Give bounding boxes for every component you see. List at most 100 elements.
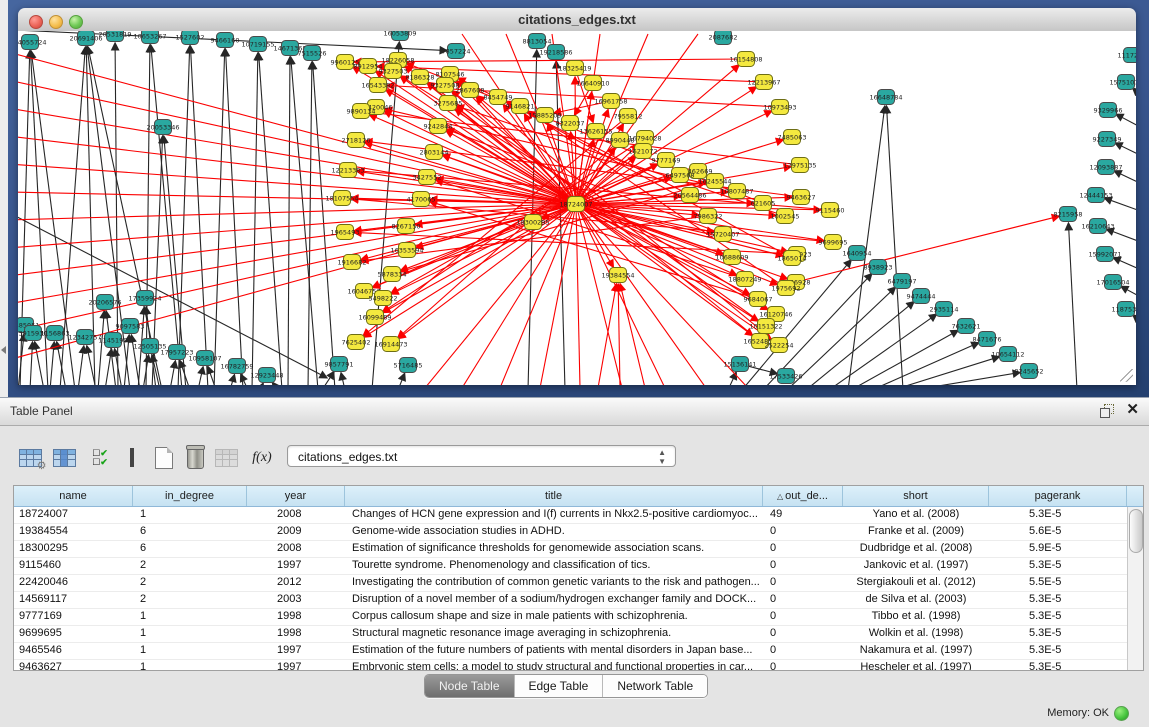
graph-node-label: 5498222 (369, 295, 398, 303)
graph-node-label: 8454749 (484, 94, 513, 102)
column-header-title[interactable]: title (345, 486, 763, 506)
graph-node-label: 10958107 (188, 355, 221, 363)
graph-node-label: 6479197 (888, 278, 917, 286)
table-cell: 0 (763, 558, 843, 574)
table-row[interactable]: 977716911998Corpus callosum shape and si… (14, 609, 1128, 626)
column-header-year[interactable]: year (247, 486, 345, 506)
table-toolbar: ⚙ ☐✔☐✔ f(x) citatio (0, 442, 1149, 476)
select-all-checks-icon[interactable]: ☐✔☐✔ (86, 444, 114, 472)
table-cell: 1 (133, 626, 247, 642)
table-body: 1872400712008Changes of HCN gene express… (14, 507, 1128, 670)
table-cell: 5.3E-5 (989, 609, 1127, 625)
table-cell: 1998 (247, 626, 345, 642)
graph-node-label: 2522254 (765, 342, 794, 350)
canvas-resize-grip-icon[interactable] (1120, 369, 1133, 382)
memory-ok-indicator-icon[interactable] (1114, 706, 1129, 721)
table-cell: Wolkin et al. (1998) (843, 626, 989, 642)
graph-node-label: 16099489 (358, 314, 391, 322)
table-cell: Disruption of a novel member of a sodium… (345, 592, 763, 608)
graph-node-label: 16353594 (390, 247, 423, 255)
table-row[interactable]: 946554611997Estimation of the future num… (14, 643, 1128, 660)
network-window-titlebar[interactable]: citations_edges.txt (18, 8, 1136, 32)
column-header-short[interactable]: short (843, 486, 989, 506)
graph-node-label: 1965493 (331, 229, 360, 237)
graph-node-label: 16210643 (1081, 223, 1114, 231)
graph-node-label: 1002545 (771, 213, 800, 221)
table-row[interactable]: 969969511998Structural magnetic resonanc… (14, 626, 1128, 643)
table-cell: Estimation of significance thresholds fo… (345, 541, 763, 557)
table-cell: 2 (133, 592, 247, 608)
graph-node-label: 9857791 (325, 361, 354, 369)
tab-edge-table[interactable]: Edge Table (515, 675, 604, 697)
table-panel-title: Table Panel (10, 404, 73, 418)
graph-node-label: 8215958 (1054, 211, 1083, 219)
table-header-row: namein_degreeyeartitle△out_de...shortpag… (14, 486, 1143, 507)
select-column-icon[interactable] (50, 444, 78, 472)
graph-node-label: 1187531 (1112, 306, 1136, 314)
table-cell: 0 (763, 592, 843, 608)
table-settings-icon[interactable]: ⚙ (16, 444, 44, 472)
table-vertical-scrollbar[interactable] (1127, 507, 1143, 670)
graph-node-label: 1916682 (338, 259, 367, 267)
table-row[interactable]: 911546021997Tourette syndrome. Phenomeno… (14, 558, 1128, 575)
table-cell: 9777169 (14, 609, 133, 625)
graph-node-label: 7857224 (442, 48, 471, 56)
table-cell: 2003 (247, 592, 345, 608)
table-cell: Franke et al. (2009) (843, 524, 989, 540)
scrollbar-thumb[interactable] (1129, 509, 1143, 553)
table-row[interactable]: 1872400712008Changes of HCN gene express… (14, 507, 1128, 524)
graph-node-label: 1527602 (176, 34, 205, 42)
column-header-pagerank[interactable]: pagerank (989, 486, 1127, 506)
deselect-rows-icon[interactable] (118, 444, 146, 472)
application-window: citations_edges.txt 18724007996012589129… (0, 0, 1149, 727)
table-cell: 1 (133, 609, 247, 625)
function-builder-icon[interactable]: f(x) (248, 444, 276, 472)
graph-node-label: 2087682 (709, 34, 738, 42)
table-row[interactable]: 1938455462009Genome-wide association stu… (14, 524, 1128, 541)
graph-node-label: 621605 (751, 200, 776, 208)
status-bar: Memory: OK (0, 700, 1149, 727)
splitter-collapse-arrow-icon[interactable] (1, 346, 6, 354)
tab-network-table[interactable]: Network Table (603, 675, 707, 697)
table-row[interactable]: 946362711997Embryonic stem cells: a mode… (14, 660, 1128, 670)
table-source-select[interactable]: citations_edges.txt ▲▼ (287, 445, 676, 467)
delete-table-icon-disabled (212, 444, 240, 472)
column-header-out_de[interactable]: △out_de... (763, 486, 843, 506)
graph-node-label: 18724007 (559, 201, 592, 209)
table-cell: Dudbridge et al. (2008) (843, 541, 989, 557)
graph-node-label: 16961758 (594, 98, 627, 106)
column-header-name[interactable]: name (14, 486, 133, 506)
new-table-icon[interactable] (150, 444, 178, 472)
table-row[interactable]: 1456911722003Disruption of a novel membe… (14, 592, 1128, 609)
table-cell: Estimation of the future numbers of pati… (345, 643, 763, 659)
delete-rows-trash-icon[interactable] (181, 444, 209, 472)
graph-node-label: 12342757 (68, 334, 101, 342)
network-canvas[interactable]: 1872400799601258912954165433822242004698… (18, 31, 1136, 385)
table-cell: 9463627 (14, 660, 133, 670)
graph-node-label: 3427552 (413, 174, 442, 182)
graph-node-label: 18807249 (728, 276, 761, 284)
graph-node-label: 16648784 (869, 94, 902, 102)
graph-node-label: 16640910 (576, 80, 609, 88)
table-cell: 5.3E-5 (989, 660, 1127, 670)
column-header-in_degree[interactable]: in_degree (133, 486, 247, 506)
graph-node-label: 1156863 (41, 330, 70, 338)
table-row[interactable]: 2242004622012Investigating the contribut… (14, 575, 1128, 592)
float-panel-icon[interactable] (1100, 404, 1114, 417)
table-cell: Tourette syndrome. Phenomenology and cla… (345, 558, 763, 574)
graph-node-label: 16245544 (698, 178, 731, 186)
combo-stepper-icon: ▲▼ (658, 448, 666, 466)
graph-node-label: 5716485 (394, 362, 423, 370)
graph-node-label: 10151322 (749, 323, 782, 331)
table-cell: 0 (763, 541, 843, 557)
table-cell: 2008 (247, 507, 345, 523)
close-panel-icon[interactable]: ✕ (1126, 401, 1139, 419)
graph-node-label: 20564486 (673, 192, 706, 200)
table-cell: Stergiakouli et al. (2012) (843, 575, 989, 591)
tab-node-table[interactable]: Node Table (425, 675, 515, 697)
graph-node-label: 7955812 (614, 113, 643, 121)
table-type-tabs: Node TableEdge TableNetwork Table (424, 674, 708, 698)
table-cell: 0 (763, 626, 843, 642)
citation-graph[interactable]: 1872400799601258912954165433822242004698… (18, 31, 1136, 385)
table-row[interactable]: 1830029562008Estimation of significance … (14, 541, 1128, 558)
